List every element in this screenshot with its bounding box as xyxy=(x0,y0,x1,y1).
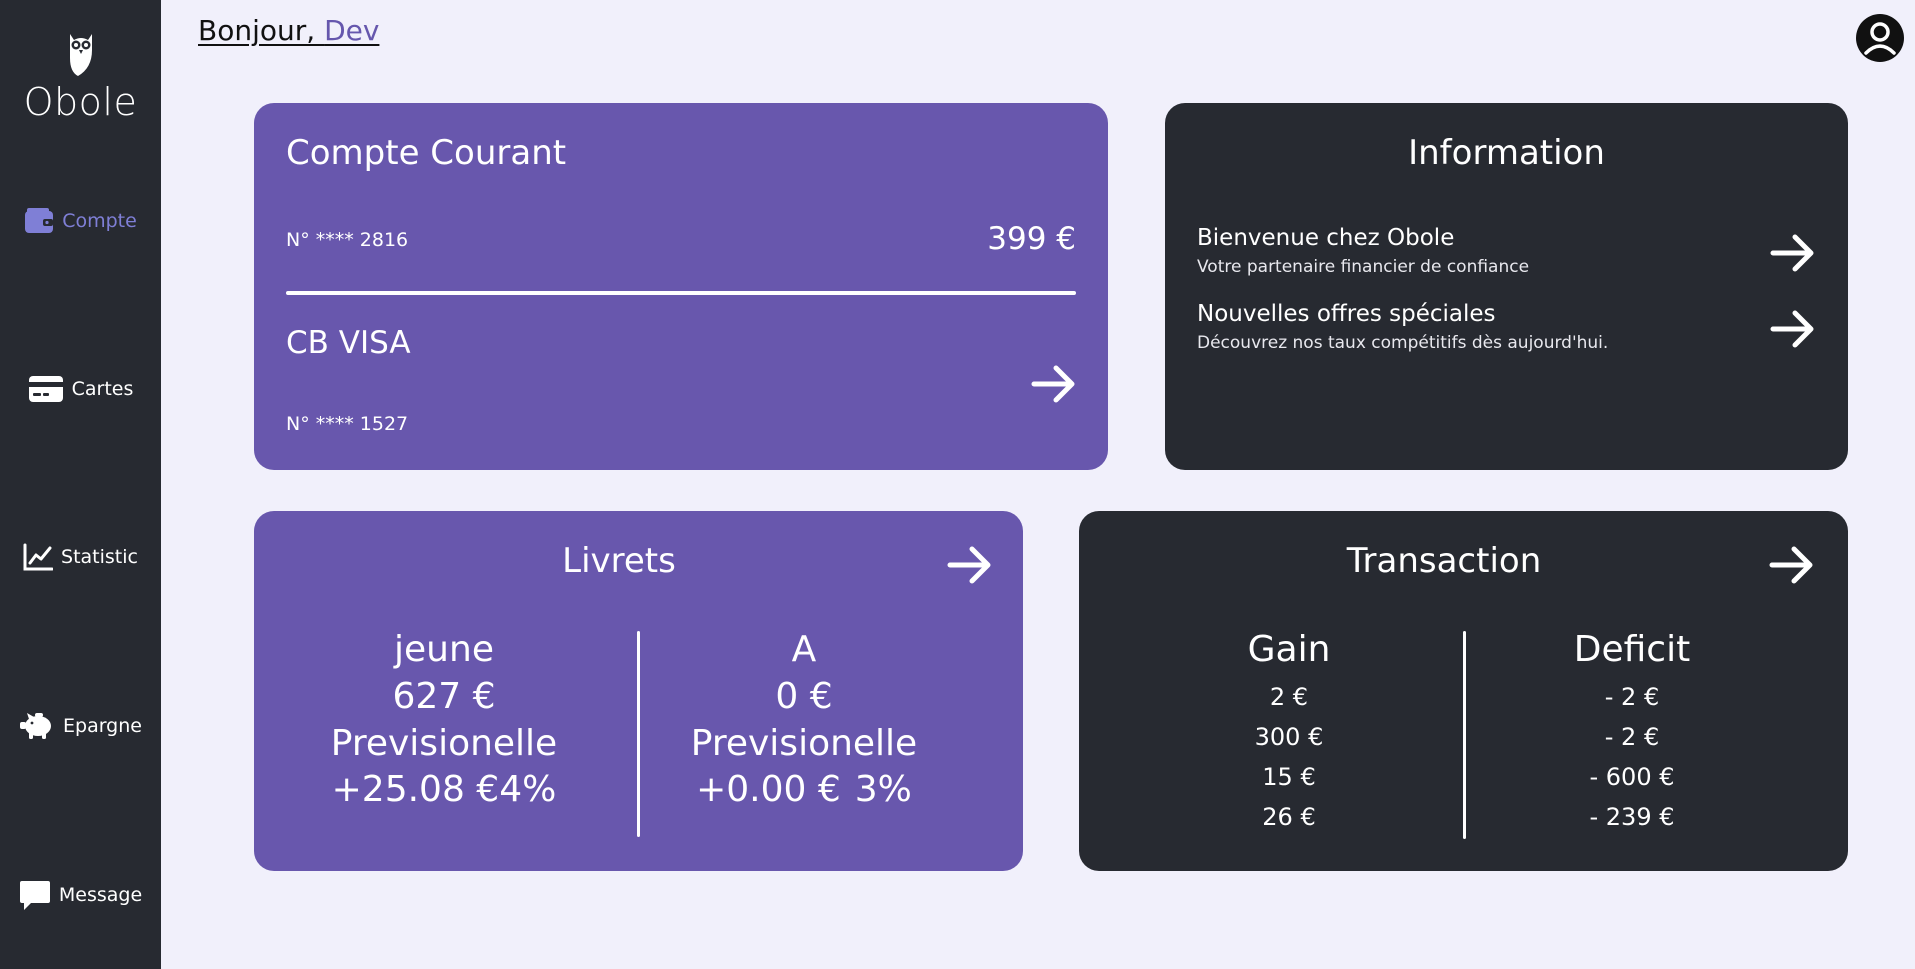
deficit-value: - 239 € xyxy=(1589,803,1675,831)
divider xyxy=(1463,631,1466,839)
piggy-bank-icon xyxy=(20,713,51,739)
user-name[interactable]: Dev xyxy=(324,14,379,47)
arrow-right-icon[interactable] xyxy=(1769,229,1817,277)
gain-value: 15 € xyxy=(1262,763,1316,791)
livret-forecast-value: +25.08 € xyxy=(331,769,500,811)
livret-amount: 627 € xyxy=(392,675,496,717)
gain-value: 300 € xyxy=(1254,723,1324,751)
nav-item-statistic[interactable]: Statistic xyxy=(0,533,161,581)
nav-label: Statistic xyxy=(61,546,138,568)
info-item[interactable]: Bienvenue chez Obole Votre partenaire fi… xyxy=(1197,225,1817,277)
livret-forecast-label: Previsionelle xyxy=(330,722,558,764)
greeting: Bonjour, Dev xyxy=(198,14,379,47)
livret-amount: 0 € xyxy=(775,675,833,717)
info-item-title: Nouvelles offres spéciales xyxy=(1197,301,1496,327)
nav-item-message[interactable]: Message xyxy=(0,871,161,919)
account-balance: 399 € xyxy=(987,221,1076,257)
card-title: CB VISA xyxy=(286,325,411,361)
brand-logo[interactable]: Obole xyxy=(0,28,161,124)
nav-item-cartes[interactable]: Cartes xyxy=(0,365,161,413)
deficit-value: - 600 € xyxy=(1589,763,1675,791)
compte-courant-card[interactable]: Compte Courant N° **** 2816 399 € CB VIS… xyxy=(254,103,1108,470)
deficit-label: Deficit xyxy=(1573,629,1691,670)
info-item-subtitle: Votre partenaire financier de confiance xyxy=(1197,257,1530,277)
gain-column: Gain 2 € 300 € 15 € 26 € xyxy=(1139,627,1439,837)
arrow-right-icon[interactable] xyxy=(1769,305,1817,353)
nav-label: Compte xyxy=(62,210,137,232)
livret-item[interactable]: A 0 € Previsionelle +0.00 € 3% xyxy=(654,627,954,814)
livret-name: jeune xyxy=(394,629,494,670)
livret-forecast: +25.08 €4% xyxy=(294,767,594,814)
livret-rate: 3% xyxy=(854,769,912,811)
divider xyxy=(286,291,1076,295)
livret-forecast-value: +0.00 € xyxy=(696,769,841,811)
arrow-right-icon[interactable] xyxy=(946,541,994,589)
livrets-title: Livrets xyxy=(562,541,676,581)
nav-label: Epargne xyxy=(63,715,142,737)
nav-item-compte[interactable]: Compte xyxy=(0,197,161,245)
chart-line-icon xyxy=(23,543,54,571)
nav-label: Message xyxy=(58,884,143,906)
card-number: N° **** 1527 xyxy=(286,413,409,435)
deficit-value: - 2 € xyxy=(1604,723,1660,751)
info-item-title: Bienvenue chez Obole xyxy=(1197,225,1455,251)
owl-logo-icon xyxy=(69,34,92,76)
info-title: Information xyxy=(1408,133,1605,173)
message-icon xyxy=(19,881,50,910)
info-item[interactable]: Nouvelles offres spéciales Découvrez nos… xyxy=(1197,301,1817,353)
arrow-right-icon[interactable] xyxy=(1030,360,1078,408)
wallet-icon xyxy=(25,208,54,233)
gain-label: Gain xyxy=(1247,629,1331,670)
sidebar: Obole Compte Cartes Statistic Epargne Me… xyxy=(0,0,161,969)
deficit-column: Deficit - 2 € - 2 € - 600 € - 239 € xyxy=(1482,627,1782,837)
account-number: N° **** 2816 xyxy=(286,229,409,251)
nav-label: Cartes xyxy=(71,378,134,400)
livret-forecast-label: Previsionelle xyxy=(690,722,918,764)
arrow-right-icon[interactable] xyxy=(1768,541,1816,589)
information-card: Information Bienvenue chez Obole Votre p… xyxy=(1165,103,1848,470)
gain-value: 2 € xyxy=(1269,683,1309,711)
deficit-value: - 2 € xyxy=(1604,683,1660,711)
livret-name: A xyxy=(791,629,817,670)
user-avatar-icon[interactable] xyxy=(1855,13,1905,63)
greeting-prefix: Bonjour, xyxy=(198,14,325,47)
brand-name: Obole xyxy=(23,80,138,124)
info-item-subtitle: Découvrez nos taux compétitifs dès aujou… xyxy=(1197,333,1609,353)
livret-item[interactable]: jeune 627 € Previsionelle +25.08 €4% xyxy=(294,627,594,814)
livret-rate: 4% xyxy=(499,769,557,811)
livrets-card[interactable]: Livrets jeune 627 € Previsionelle +25.08… xyxy=(254,511,1023,871)
transaction-title: Transaction xyxy=(1346,541,1542,581)
divider xyxy=(637,631,640,837)
gain-value: 26 € xyxy=(1262,803,1316,831)
nav-item-epargne[interactable]: Epargne xyxy=(0,702,161,750)
compte-title: Compte Courant xyxy=(286,133,567,173)
transaction-card[interactable]: Transaction Gain 2 € 300 € 15 € 26 € Def… xyxy=(1079,511,1848,871)
livret-forecast: +0.00 € 3% xyxy=(654,767,954,814)
credit-card-icon xyxy=(28,376,63,402)
